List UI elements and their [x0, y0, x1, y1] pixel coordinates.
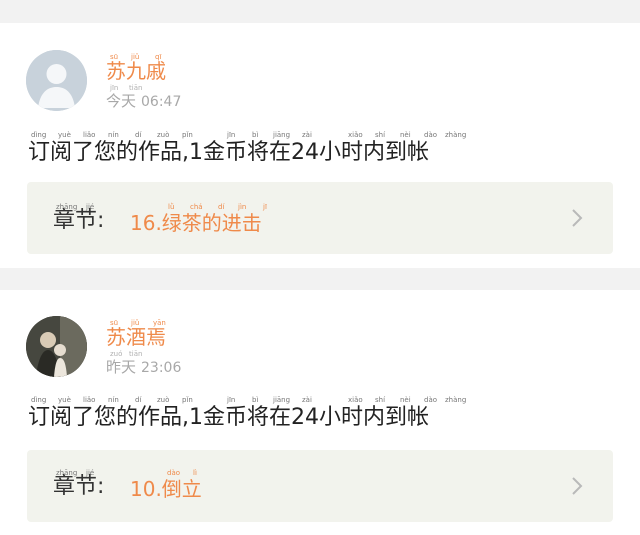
- pinyin: jī: [263, 203, 267, 211]
- pinyin: zài: [302, 131, 312, 139]
- pinyin: jīn: [227, 131, 236, 139]
- pinyin: nèi: [400, 131, 411, 139]
- pinyin: zuó: [110, 350, 123, 358]
- time-day-label: 昨天: [106, 358, 137, 376]
- pinyin: lǜ: [168, 203, 175, 211]
- notification-card: sū jiǔ qī 苏九戚 jīn tiān 今天 06:47 dìng yuè …: [0, 23, 640, 268]
- pinyin: dìng: [31, 396, 47, 404]
- user-name[interactable]: 苏九戚: [106, 60, 166, 82]
- pinyin: nín: [108, 396, 119, 404]
- pinyin: dìng: [31, 131, 47, 139]
- notification-message: 订阅了您的作品,1金币将在24小时内到帐: [28, 405, 429, 430]
- pinyin: tiān: [129, 350, 143, 358]
- pinyin: jīn: [227, 396, 236, 404]
- chapter-title: 10.倒立: [130, 477, 202, 501]
- pinyin: shí: [375, 131, 386, 139]
- pinyin: zuò: [157, 396, 170, 404]
- pinyin: xiǎo: [348, 131, 363, 139]
- pinyin: dí: [135, 131, 142, 139]
- time-value: 06:47: [141, 94, 182, 110]
- pinyin: zhàng: [445, 396, 467, 404]
- chevron-right-icon[interactable]: [569, 208, 585, 228]
- timestamp: 昨天 23:06: [106, 358, 181, 377]
- pinyin: zhàng: [445, 131, 467, 139]
- pinyin: nín: [108, 131, 119, 139]
- time-day-label: 今天: [106, 92, 137, 110]
- pinyin: chá: [190, 203, 203, 211]
- chevron-right-icon[interactable]: [569, 476, 585, 496]
- pinyin: zuò: [157, 131, 170, 139]
- user-name[interactable]: 苏酒焉: [106, 326, 166, 348]
- pinyin: dí: [135, 396, 142, 404]
- pinyin: dí: [218, 203, 225, 211]
- pinyin: bì: [252, 131, 259, 139]
- pinyin: dào: [167, 469, 181, 477]
- pinyin: tiān: [129, 84, 143, 92]
- chapter-link[interactable]: zhāng jié 章节: dào lì 10.倒立: [27, 450, 613, 522]
- time-value: 23:06: [141, 360, 182, 376]
- pinyin: pǐn: [182, 396, 193, 404]
- pinyin: dào: [424, 396, 438, 404]
- pinyin: shí: [375, 396, 386, 404]
- pinyin: yuè: [58, 131, 71, 139]
- notification-message: 订阅了您的作品,1金币将在24小时内到帐: [28, 140, 429, 165]
- pinyin: jiāng: [273, 131, 291, 139]
- pinyin: pǐn: [182, 131, 193, 139]
- chapter-label: 章节:: [53, 474, 105, 499]
- pinyin: zài: [302, 396, 312, 404]
- timestamp: 今天 06:47: [106, 92, 181, 111]
- pinyin: jiāng: [273, 396, 291, 404]
- pinyin: jìn: [238, 203, 247, 211]
- pinyin: nèi: [400, 396, 411, 404]
- default-user-avatar-icon[interactable]: [26, 50, 87, 111]
- chapter-title: 16.绿茶的进击: [130, 211, 262, 235]
- pinyin: lì: [193, 469, 197, 477]
- chapter-link[interactable]: zhāng jié 章节: lǜ chá dí jìn jī 16.绿茶的进击: [27, 182, 613, 254]
- chapter-label: 章节:: [53, 208, 105, 233]
- notification-card: sū jiǔ yān 苏酒焉 zuó tiān 昨天 23:06 dìng yuè…: [0, 290, 640, 535]
- pinyin: xiǎo: [348, 396, 363, 404]
- pinyin: liǎo: [83, 131, 96, 139]
- pinyin: yuè: [58, 396, 71, 404]
- pinyin: liǎo: [83, 396, 96, 404]
- pinyin: dào: [424, 131, 438, 139]
- pinyin: jīn: [110, 84, 119, 92]
- user-photo-avatar-icon[interactable]: [26, 316, 87, 377]
- pinyin: bì: [252, 396, 259, 404]
